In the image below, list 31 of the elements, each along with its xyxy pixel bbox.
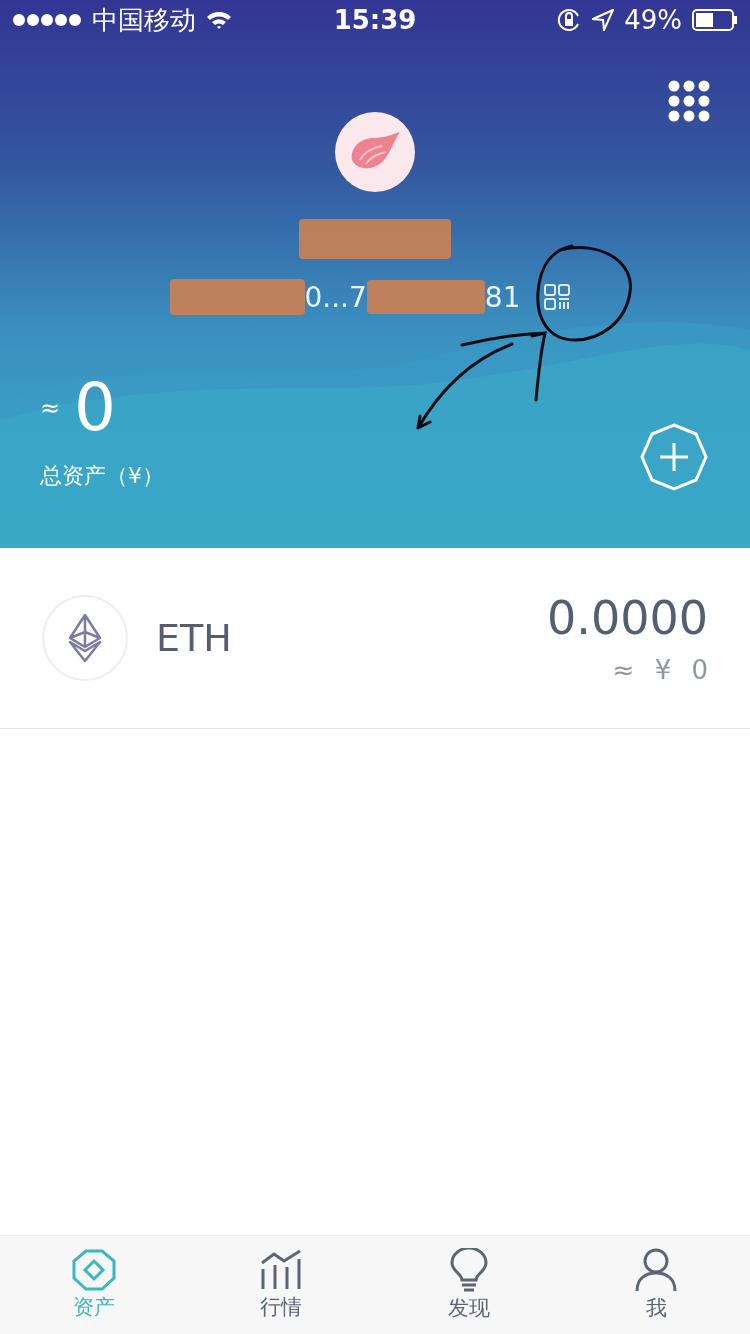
asset-fiat-value: ≈ ¥ 0 — [612, 655, 708, 685]
octagon-diamond-icon — [71, 1249, 116, 1291]
signal-icon — [12, 13, 82, 27]
total-assets-label: 总资产（¥） — [40, 462, 164, 490]
qr-code-icon[interactable] — [544, 284, 571, 310]
asset-balance: 0.0000 — [547, 591, 708, 645]
grid-menu-icon[interactable] — [668, 80, 710, 122]
carrier-name: 中国移动 — [92, 3, 196, 37]
battery-icon — [692, 9, 738, 31]
tab-label: 资产 — [72, 1294, 115, 1321]
location-arrow-icon — [592, 9, 615, 31]
tab-bar-item[interactable]: 我 — [562, 1236, 750, 1334]
tab-bar-item[interactable]: 行情 — [187, 1236, 375, 1334]
ethereum-icon — [42, 595, 128, 681]
chart-icon — [260, 1249, 303, 1291]
total-amount: 0 — [74, 375, 117, 441]
address-fragment: 81 — [484, 280, 521, 314]
asset-symbol: ETH — [156, 616, 233, 660]
tab-label: 行情 — [260, 1294, 303, 1321]
tab-label: 发现 — [447, 1295, 490, 1322]
battery-percent: 49% — [624, 5, 682, 35]
wifi-icon — [206, 10, 232, 30]
address-fragment: 0...7 — [304, 280, 367, 314]
lightbulb-icon — [448, 1248, 489, 1292]
person-icon — [635, 1248, 678, 1292]
approx-sign: ≈ — [40, 394, 61, 422]
tab-bar-item[interactable]: 发现 — [375, 1236, 563, 1334]
status-time: 15:39 — [333, 5, 417, 35]
asset-row[interactable]: ETH 0.0000 ≈ ¥ 0 — [0, 548, 750, 729]
add-asset-button[interactable] — [640, 423, 708, 491]
tab-label: 我 — [645, 1295, 667, 1322]
